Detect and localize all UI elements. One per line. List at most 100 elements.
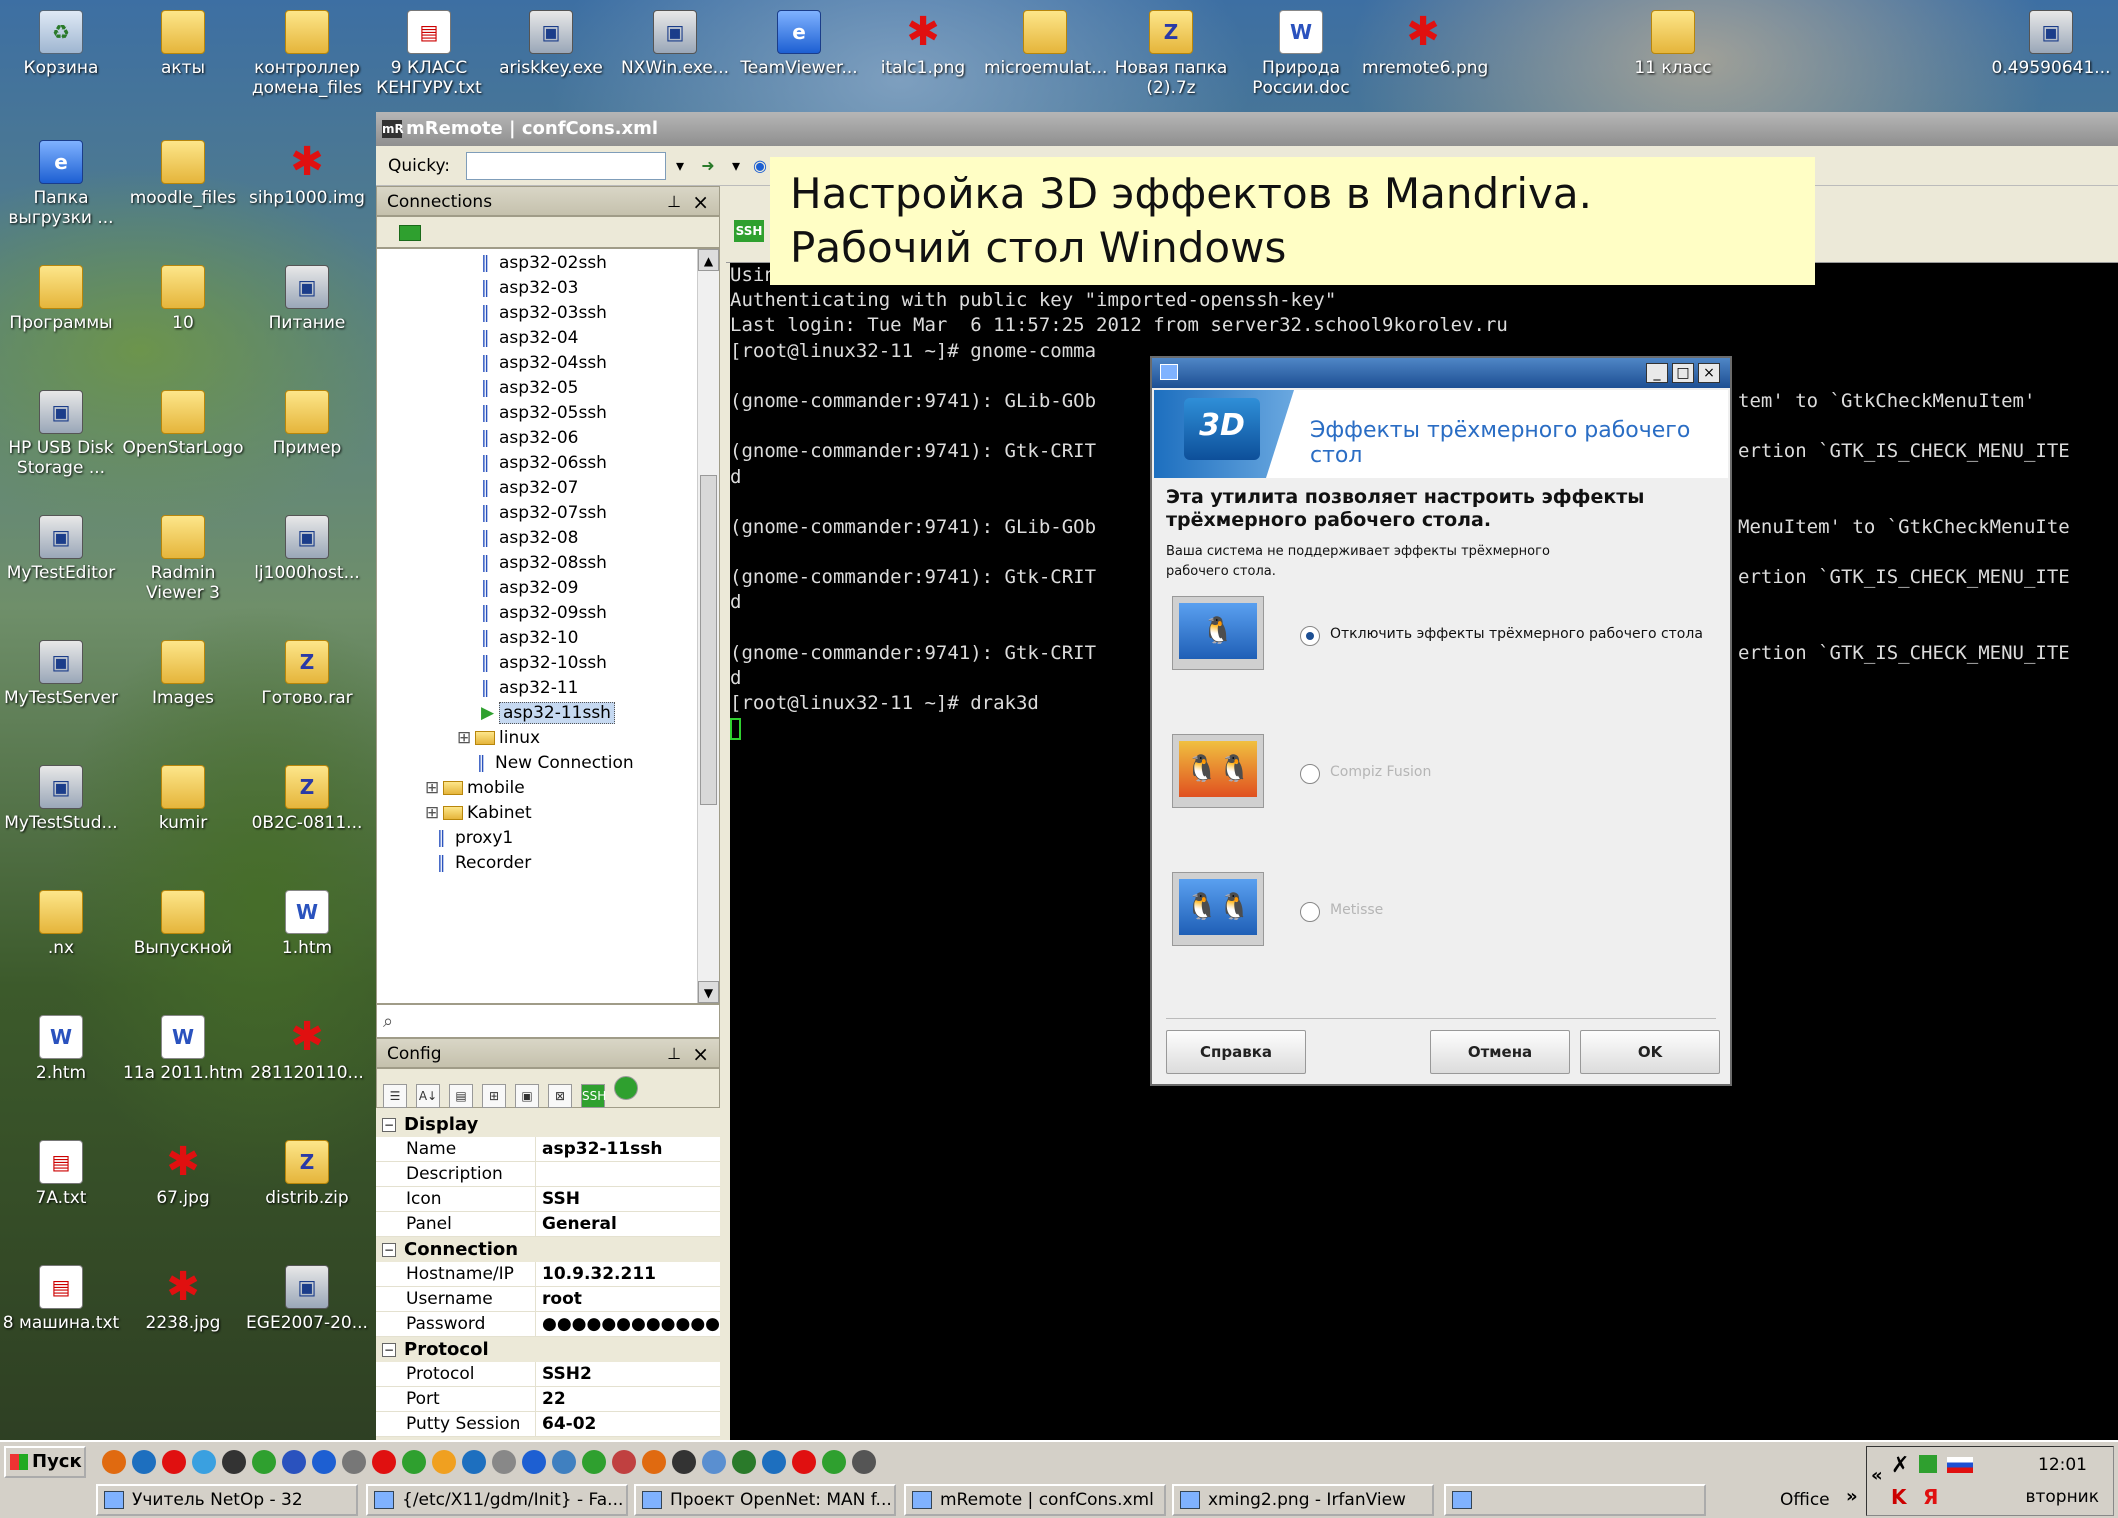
- dialog-titlebar[interactable]: _ □ ×: [1152, 358, 1730, 388]
- tree-connection[interactable]: ‖ asp32-05: [481, 376, 578, 401]
- ssh-badge[interactable]: SSH: [581, 1084, 606, 1108]
- taskbar-button[interactable]: mRemote | confCons.xml: [904, 1484, 1166, 1516]
- help-button[interactable]: Справка: [1166, 1030, 1306, 1074]
- quick-launch-icon[interactable]: [162, 1450, 186, 1474]
- tree-folder[interactable]: ⊞ linux: [457, 726, 540, 751]
- taskbar-button[interactable]: Учитель NetOp - 32: [96, 1484, 358, 1516]
- desktop-icon[interactable]: ✱ 2238.jpg: [122, 1265, 244, 1333]
- desktop-icon[interactable]: Z Новая папка (2).7z: [1110, 10, 1232, 98]
- property-value[interactable]: root: [542, 1287, 582, 1312]
- desktop-icon[interactable]: ✱ sihp1000.img: [246, 140, 368, 208]
- property-row[interactable]: Name asp32-11ssh: [376, 1137, 720, 1162]
- quicky-input[interactable]: [466, 152, 666, 180]
- network-icon[interactable]: [1919, 1455, 1937, 1473]
- property-row[interactable]: Hostname/IP 10.9.32.211: [376, 1262, 720, 1287]
- clock-time[interactable]: 12:01: [2038, 1455, 2087, 1475]
- tree-scrollbar[interactable]: ▲ ▼: [697, 249, 719, 1003]
- radio-compiz-fusion[interactable]: [1300, 764, 1320, 784]
- chevron-left-icon[interactable]: «: [1871, 1465, 1883, 1486]
- desktop-icon[interactable]: Zdistrib.zip: [246, 1140, 368, 1208]
- tree-connection[interactable]: ▶ asp32-11ssh: [481, 701, 615, 726]
- tree-connection[interactable]: ‖ asp32-03ssh: [481, 301, 607, 326]
- tree-connection[interactable]: ‖ asp32-09: [481, 576, 578, 601]
- property-category[interactable]: − Connection: [376, 1237, 720, 1262]
- quick-launch-icon[interactable]: [792, 1450, 816, 1474]
- tree-connection[interactable]: ‖ asp32-07: [481, 476, 578, 501]
- x-server-icon[interactable]: ✗: [1891, 1453, 1909, 1478]
- tree-connection[interactable]: ‖ proxy1: [437, 826, 513, 851]
- desktop-icon[interactable]: ▣ MyTestEditor: [0, 515, 122, 583]
- desktop-icon[interactable]: ▣ EGE2007-20...: [246, 1265, 368, 1333]
- desktop-icon[interactable]: Выпускной: [122, 890, 244, 958]
- desktop-icon[interactable]: Z 0B2C-0811...: [246, 765, 368, 833]
- mremote-titlebar[interactable]: mR mRemote | confCons.xml: [376, 112, 2118, 146]
- ok-button[interactable]: OK: [1580, 1030, 1720, 1074]
- categorized-icon[interactable]: ☰: [383, 1084, 407, 1108]
- collapse-icon[interactable]: −: [382, 1243, 396, 1257]
- ssh-tab[interactable]: SSH: [734, 220, 764, 242]
- option-disable-3d[interactable]: 🐧 Отключить эффекты трёхмерного рабочего…: [1172, 596, 1712, 686]
- desktop-icon[interactable]: ▣ ariskkey.exe: [490, 10, 612, 78]
- quick-launch-icon[interactable]: [612, 1450, 636, 1474]
- cancel-button[interactable]: Отмена: [1430, 1030, 1570, 1074]
- connections-search[interactable]: ⌕: [376, 1004, 720, 1038]
- desktop-icon[interactable]: контроллер домена_files: [246, 10, 368, 98]
- quick-launch-icon[interactable]: [822, 1450, 846, 1474]
- desktop-icon[interactable]: moodle_files: [122, 140, 244, 208]
- desktop-icon[interactable]: 11 класс: [1612, 10, 1734, 78]
- minimize-button[interactable]: _: [1646, 363, 1668, 383]
- quick-launch-icon[interactable]: [642, 1450, 666, 1474]
- pin-icon[interactable]: ⊥: [667, 1039, 681, 1069]
- option-metisse[interactable]: 🐧🐧 Metisse: [1172, 872, 1712, 962]
- desktop-icon[interactable]: ▤ 9 КЛАСС КЕНГУРУ.txt: [368, 10, 490, 98]
- taskbar-button[interactable]: Проект OpenNet: MAN f...: [634, 1484, 896, 1516]
- taskbar-button[interactable]: xming2.png - IrfanView: [1172, 1484, 1434, 1516]
- desktop-icon[interactable]: ▣ NXWin.exe...: [614, 10, 736, 78]
- quick-launch-icon[interactable]: [702, 1450, 726, 1474]
- desktop-icon[interactable]: OpenStarLogo: [122, 390, 244, 458]
- desktop-icon[interactable]: ▣ HP USB Disk Storage ...: [0, 390, 122, 478]
- sort-alpha-icon[interactable]: A↓: [416, 1084, 440, 1108]
- desktop-icon[interactable]: 10: [122, 265, 244, 333]
- quick-launch-icon[interactable]: [252, 1450, 276, 1474]
- desktop-icon[interactable]: ✱ mremote6.png: [1362, 10, 1488, 78]
- tree-connection[interactable]: ‖ asp32-10ssh: [481, 651, 607, 676]
- property-row[interactable]: Panel General: [376, 1212, 720, 1237]
- property-value[interactable]: 64-02: [542, 1412, 596, 1437]
- desktop-icon[interactable]: ▣ 0.49590641...: [1990, 10, 2112, 78]
- desktop-icon[interactable]: e TeamViewer...: [738, 10, 860, 78]
- tree-connection[interactable]: ‖ Recorder: [437, 851, 531, 876]
- property-category[interactable]: − Display: [376, 1112, 720, 1137]
- property-value[interactable]: SSH2: [542, 1362, 592, 1387]
- start-button[interactable]: Пуск: [4, 1446, 86, 1478]
- quick-launch-icon[interactable]: [312, 1450, 336, 1474]
- pin-icon[interactable]: ⊥: [667, 187, 681, 217]
- yandex-icon[interactable]: Я: [1923, 1485, 1938, 1509]
- desktop-icon[interactable]: Пример: [246, 390, 368, 458]
- quick-launch-icon[interactable]: [372, 1450, 396, 1474]
- default-icon[interactable]: ▣: [515, 1084, 539, 1108]
- quick-launch-icon[interactable]: [492, 1450, 516, 1474]
- desktop-icon[interactable]: Radmin Viewer 3: [122, 515, 244, 603]
- tree-connection[interactable]: ‖ New Connection: [477, 751, 634, 776]
- quick-launch-icon[interactable]: [582, 1450, 606, 1474]
- desktop-icon[interactable]: ▣ lj1000host...: [246, 515, 368, 583]
- tree-connection[interactable]: ‖ asp32-08: [481, 526, 578, 551]
- quick-launch-icon[interactable]: [432, 1450, 456, 1474]
- tree-connection[interactable]: ‖ asp32-08ssh: [481, 551, 607, 576]
- desktop-icon[interactable]: W 1.htm: [246, 890, 368, 958]
- scroll-thumb[interactable]: [700, 475, 717, 805]
- quick-launch-icon[interactable]: [522, 1450, 546, 1474]
- tree-folder[interactable]: ⊞ Kabinet: [425, 801, 532, 826]
- property-category[interactable]: − Protocol: [376, 1337, 720, 1362]
- desktop-icon[interactable]: ▤ 7A.txt: [0, 1140, 122, 1208]
- quick-launch-icon[interactable]: [552, 1450, 576, 1474]
- option-compiz-fusion[interactable]: 🐧🐧 Compiz Fusion: [1172, 734, 1712, 824]
- tree-connection[interactable]: ‖ asp32-04ssh: [481, 351, 607, 376]
- tree-folder[interactable]: ⊞ mobile: [425, 776, 525, 801]
- property-row[interactable]: Password ●●●●●●●●●●●●●: [376, 1312, 720, 1337]
- chevron-right-icon[interactable]: »: [1846, 1486, 1858, 1507]
- desktop-icon[interactable]: ♻ Корзина: [0, 10, 122, 78]
- tree-connection[interactable]: ‖ asp32-02ssh: [481, 251, 607, 276]
- chevron-down-icon[interactable]: ▾: [666, 152, 694, 180]
